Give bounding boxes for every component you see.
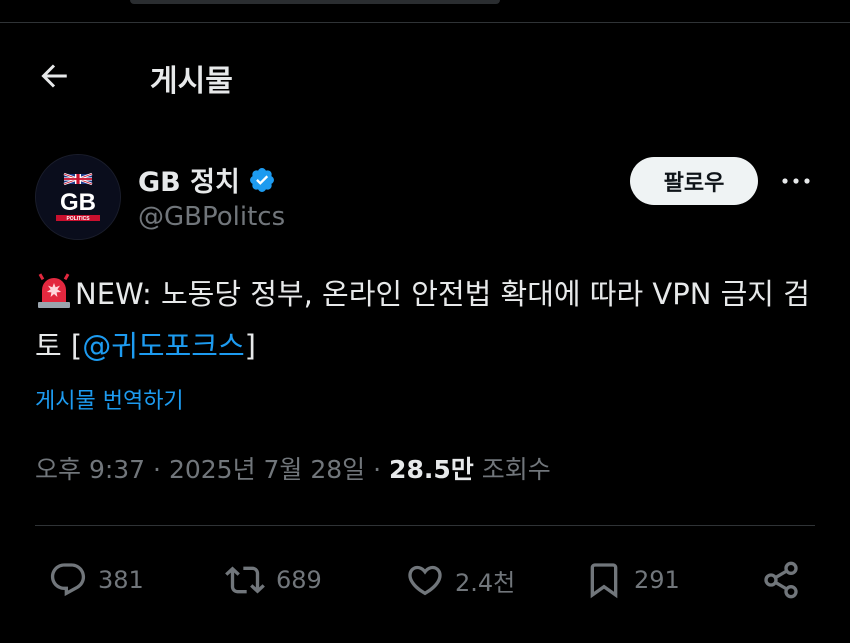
rotating-light-emoji-icon [38,273,70,308]
share-icon [764,561,798,599]
bookmark-icon [590,563,618,599]
tweet-text: NEW: 노동당 정부, 온라인 안전법 확대에 따라 VPN 금지 검토 [@… [35,268,825,372]
reply-count: 381 [98,566,144,594]
heart-icon [408,565,442,596]
meta-separator: · [153,455,169,484]
divider [35,525,815,526]
repost-button[interactable]: 689 [224,560,322,600]
author-name-row[interactable]: GB 정치 [138,160,276,199]
reply-icon [50,563,86,597]
top-status-bar [0,0,850,23]
repost-icon [225,566,265,594]
verified-badge-icon [249,167,274,192]
gb-politics-logo: GB POLITICS [36,155,120,239]
bookmark-button[interactable]: 291 [584,560,680,600]
mention-link[interactable]: @귀도포크스 [82,329,244,363]
page-title: 게시물 [150,64,233,99]
post-time[interactable]: 오후 9:37 [35,455,145,484]
like-button[interactable]: 2.4천 [405,560,515,600]
post-meta: 오후 9:37 · 2025년 7월 28일 · 28.5만 조회수 [35,450,551,486]
tweet-closing-bracket: ] [244,329,256,363]
top-address-bar [130,0,500,4]
views-count: 28.5만 [389,455,474,484]
share-button[interactable] [760,560,802,600]
repost-count: 689 [276,566,322,594]
more-dots-icon [782,178,810,184]
post-date[interactable]: 2025년 7월 28일 [169,455,365,484]
author-name[interactable]: GB 정치 [138,160,240,199]
like-count: 2.4천 [455,568,516,597]
back-button[interactable] [36,58,72,94]
more-options-button[interactable] [776,166,816,196]
translate-post-link[interactable]: 게시물 번역하기 [35,383,184,415]
meta-separator: · [373,455,390,484]
author-handle[interactable]: @GBPolitcs [138,202,285,232]
back-arrow-icon [41,64,67,88]
bookmark-count: 291 [634,566,680,594]
views-label: 조회수 [481,455,551,484]
follow-button[interactable]: 팔로우 [630,157,758,205]
avatar-text: GB [60,189,96,216]
reply-button[interactable]: 381 [48,560,144,600]
avatar[interactable]: GB POLITICS [35,154,121,240]
avatar-subtext: POLITICS [66,216,90,222]
